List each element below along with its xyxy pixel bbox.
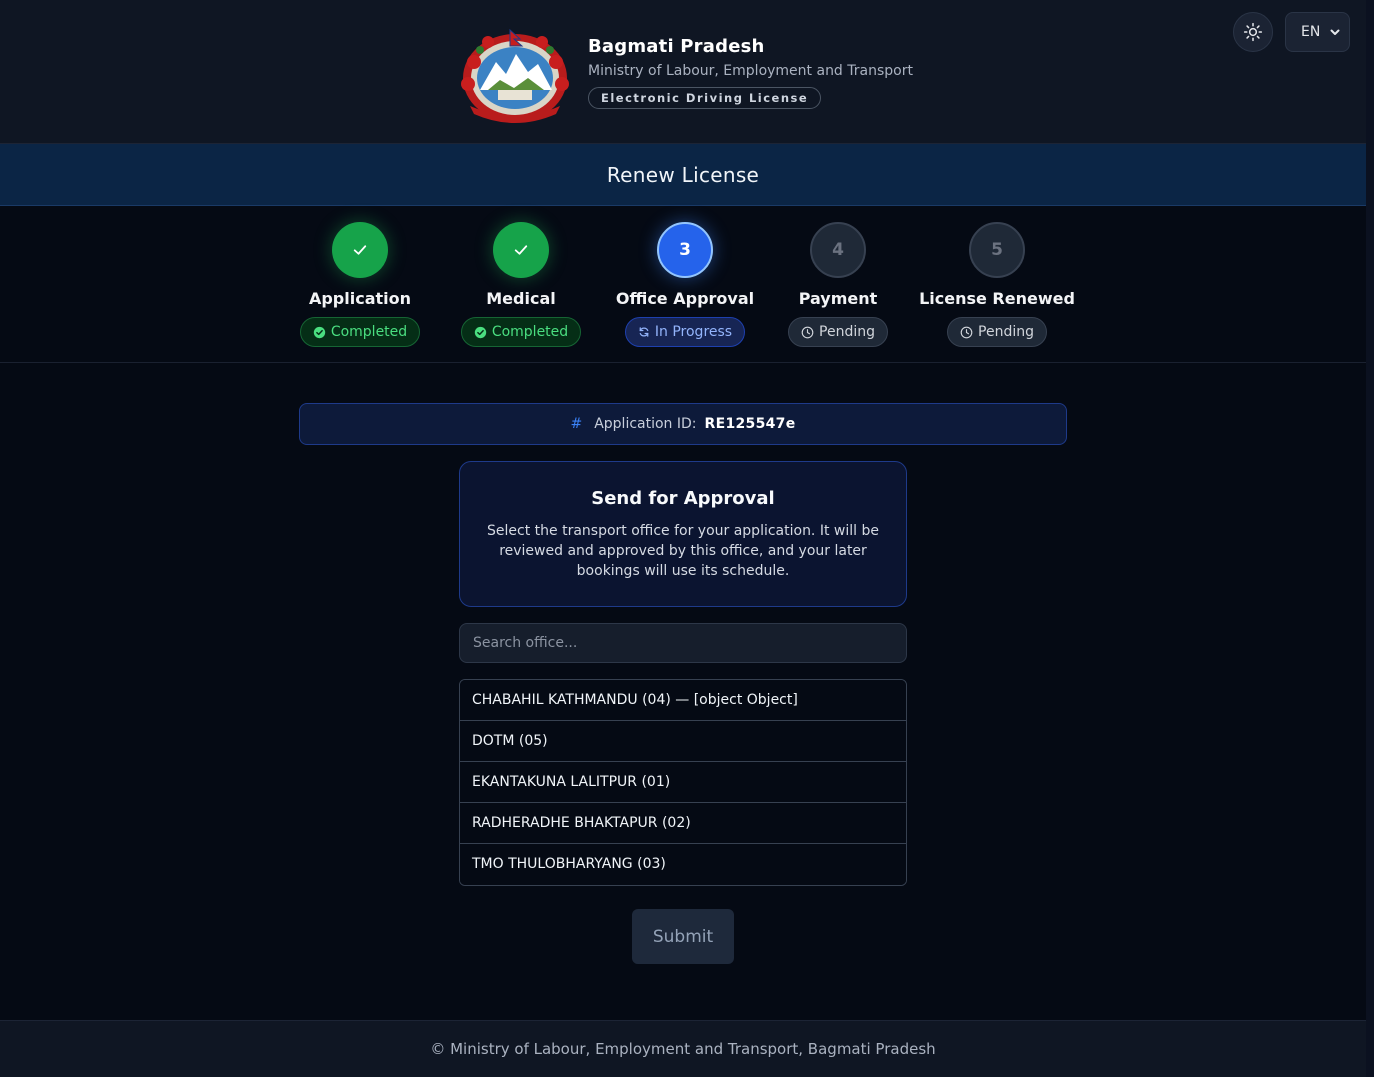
status-text: Pending [819,324,875,340]
check-circle-icon [313,326,325,338]
step-application: Application Completed [270,222,450,347]
step-label: Office Approval [615,289,755,308]
footer: © Ministry of Labour, Employment and Tra… [0,1020,1366,1077]
header: Bagmati Pradesh Ministry of Labour, Empl… [0,0,1366,144]
scrollbar[interactable] [1366,0,1374,1077]
approval-title: Send for Approval [591,488,775,509]
step-license-renewed: 5 License Renewed Pending [907,222,1087,347]
brand-subtitle: Ministry of Labour, Employment and Trans… [588,63,913,79]
status-text: Completed [491,324,569,340]
office-option[interactable]: DOTM (05) [460,721,906,762]
step-label: Application [308,289,412,308]
refresh-icon [639,327,649,337]
brand-text: Bagmati Pradesh Ministry of Labour, Empl… [588,36,913,109]
page-title: Renew License [606,162,760,187]
check-circle-icon [474,326,486,338]
hash-icon: # [570,416,583,432]
approval-description: Select the transport office for your app… [487,523,879,579]
office-option[interactable]: EKANTAKUNA LALITPUR (01) [460,762,906,803]
application-id-bar: # Application ID: RE125547e [299,403,1067,445]
brand-title: Bagmati Pradesh [588,36,765,57]
brand: Bagmati Pradesh Ministry of Labour, Empl… [458,28,913,124]
clock-icon [801,326,814,338]
step-circle-pending: 5 [969,222,1025,278]
approval-card: Send for Approval Select the transport o… [459,461,907,607]
status-text: In Progress [654,324,733,340]
office-list: CHABAHIL KATHMANDU (04) — [object Object… [459,679,907,886]
language-value: EN [1301,24,1321,40]
status-badge: Completed [460,317,582,347]
status-badge: Completed [299,317,421,347]
office-option[interactable]: RADHERADHE BHAKTAPUR (02) [460,803,906,844]
language-select[interactable]: EN [1285,12,1350,52]
step-circle-pending: 4 [810,222,866,278]
license-badge: Electronic Driving License [588,87,822,109]
page: Bagmati Pradesh Ministry of Labour, Empl… [0,0,1366,1077]
check-icon [514,245,528,255]
office-option[interactable]: CHABAHIL KATHMANDU (04) — [object Object… [460,680,906,721]
step-label: License Renewed [919,289,1075,308]
nepal-emblem-icon [461,28,569,123]
step-label: Medical [486,289,556,308]
chevron-down-icon [1330,29,1340,35]
page-title-bar: Renew License [0,144,1366,206]
status-badge: In Progress [624,317,746,347]
theme-toggle-button[interactable] [1233,12,1273,52]
step-label: Payment [798,289,878,308]
office-option[interactable]: TMO THULOBHARYANG (03) [460,844,906,885]
application-id-label: Application ID: [594,416,697,432]
application-id-value: RE125547e [704,416,796,432]
step-payment: 4 Payment Pending [748,222,928,347]
office-search-input[interactable] [459,623,907,663]
status-text: Completed [330,324,408,340]
check-icon [353,245,367,255]
step-circle-done [493,222,549,278]
step-circle-active: 3 [657,222,713,278]
clock-icon [960,326,973,338]
step-medical: Medical Completed [431,222,611,347]
sun-icon [1243,22,1263,42]
step-circle-done [332,222,388,278]
footer-text: © Ministry of Labour, Employment and Tra… [430,1040,936,1058]
progress-stepper: Application Completed Medical Completed … [0,206,1366,363]
submit-button[interactable]: Submit [632,909,734,964]
status-badge: Pending [947,317,1047,347]
status-badge: Pending [788,317,888,347]
status-text: Pending [978,324,1034,340]
